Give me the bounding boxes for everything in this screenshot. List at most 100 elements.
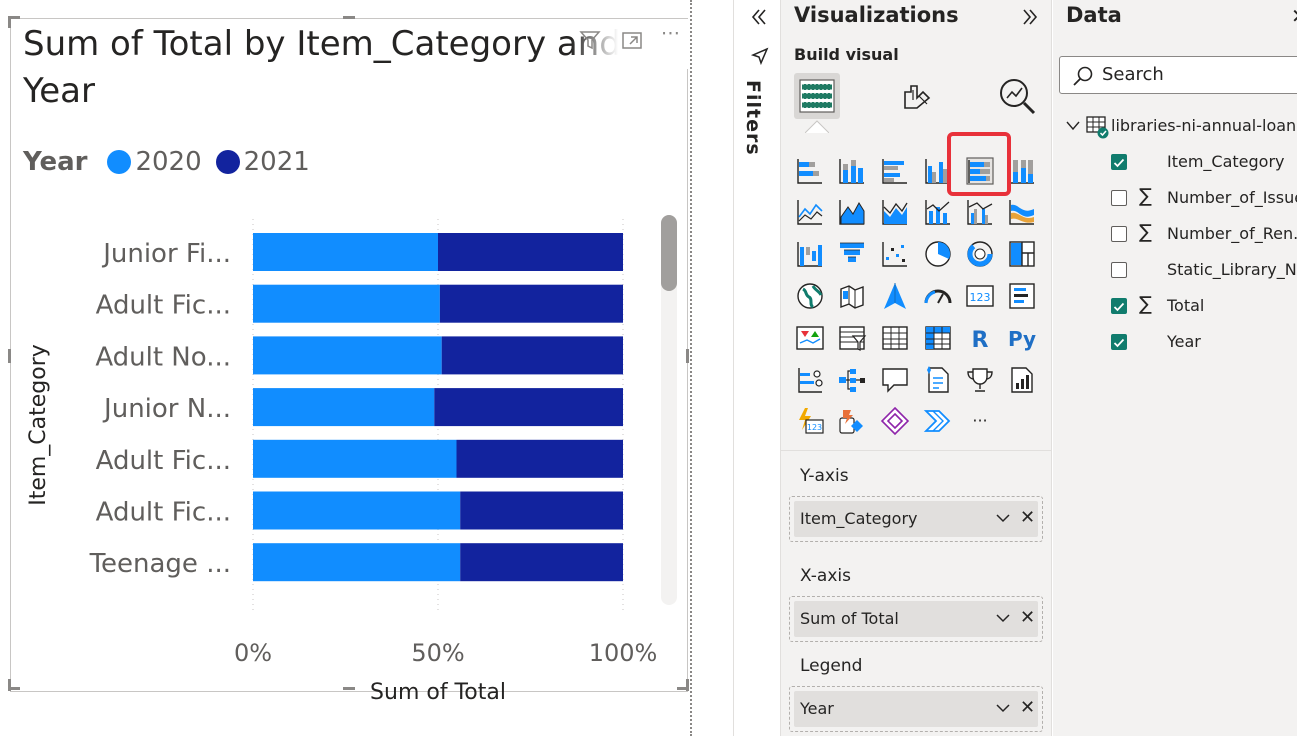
bar-segment-2020[interactable] <box>253 543 461 582</box>
more-options-icon[interactable]: ⋯ <box>661 23 680 43</box>
checkbox-unchecked[interactable] <box>1111 190 1127 206</box>
python-visual-icon[interactable]: Py <box>1006 322 1038 354</box>
bar-chart-visual[interactable]: Sum of Total by Item_Category and Year ⋯… <box>8 16 689 705</box>
filters-pane-collapsed[interactable]: Filters <box>733 0 781 736</box>
bar-segment-2021[interactable] <box>460 491 623 530</box>
qa-visual-icon[interactable] <box>879 364 911 396</box>
chevron-down-icon[interactable] <box>1065 119 1081 133</box>
pie-chart-icon[interactable] <box>922 238 954 270</box>
power-apps-icon[interactable]: 123 <box>794 405 826 437</box>
line-and-stacked-column-chart-icon[interactable] <box>922 196 954 228</box>
tab-format-visual[interactable] <box>894 73 940 119</box>
multi-row-card-icon[interactable] <box>1006 280 1038 312</box>
bar-segment-2020[interactable] <box>253 284 440 323</box>
azure-map-icon[interactable] <box>879 280 911 312</box>
matrix-icon[interactable] <box>922 322 954 354</box>
field-pill-sum-of-total[interactable]: Sum of Total ✕ <box>794 601 1038 637</box>
r-script-visual-icon[interactable]: R <box>964 322 996 354</box>
tab-analytics[interactable] <box>994 73 1040 119</box>
chevron-down-icon[interactable] <box>994 509 1012 527</box>
filters-label[interactable]: Filters <box>742 80 764 156</box>
filter-icon[interactable] <box>579 29 601 55</box>
resize-handle[interactable] <box>8 16 11 28</box>
checkbox-checked[interactable] <box>1111 298 1127 314</box>
expand-right-icon[interactable] <box>1019 6 1041 28</box>
gauge-icon[interactable] <box>922 280 954 312</box>
power-automate-icon[interactable] <box>836 405 868 437</box>
bar-segment-2021[interactable] <box>441 336 623 375</box>
chart-scrollbar[interactable] <box>661 215 677 605</box>
remove-field-icon[interactable]: ✕ <box>1020 507 1035 528</box>
scatter-chart-icon[interactable] <box>879 238 911 270</box>
well-legend[interactable]: Year ✕ <box>789 686 1043 732</box>
tab-build-visual[interactable] <box>794 73 840 119</box>
treemap-icon[interactable] <box>1006 238 1038 270</box>
legend-item-2020[interactable]: 2020 <box>107 147 202 177</box>
checkbox-unchecked[interactable] <box>1111 226 1127 242</box>
field-pill-year[interactable]: Year ✕ <box>794 691 1038 727</box>
remove-field-icon[interactable]: ✕ <box>1020 607 1035 628</box>
remove-field-icon[interactable]: ✕ <box>1020 697 1035 718</box>
table-node[interactable]: libraries-ni-annual-loans <box>1065 112 1297 140</box>
collapse-left-icon[interactable] <box>748 6 770 28</box>
bar-segment-2020[interactable] <box>253 491 461 530</box>
clustered-bar-chart-icon[interactable] <box>879 155 911 187</box>
checkbox-checked[interactable] <box>1111 334 1127 350</box>
bar-segment-2021[interactable] <box>456 439 624 478</box>
checkbox-checked[interactable] <box>1111 154 1127 170</box>
bar-segment-2021[interactable] <box>434 388 623 427</box>
area-chart-icon[interactable] <box>836 196 868 228</box>
checkbox-unchecked[interactable] <box>1111 262 1127 278</box>
field-pill-item-category[interactable]: Item_Category ✕ <box>794 501 1038 537</box>
close-icon[interactable]: ✕ <box>1291 4 1297 28</box>
waterfall-chart-icon[interactable] <box>794 238 826 270</box>
bar-segment-2020[interactable] <box>253 233 438 271</box>
chevron-down-icon[interactable] <box>994 609 1012 627</box>
map-icon[interactable] <box>794 280 826 312</box>
bar-segment-2020[interactable] <box>253 388 435 427</box>
scrollbar-thumb[interactable] <box>661 215 677 291</box>
decomposition-tree-icon[interactable] <box>836 364 868 396</box>
field-row[interactable]: Static_Library_Name <box>1053 256 1297 284</box>
line-and-clustered-column-chart-icon[interactable] <box>964 196 996 228</box>
arrow-visual-icon[interactable] <box>922 405 954 437</box>
bar-segment-2021[interactable] <box>439 284 623 323</box>
donut-chart-icon[interactable] <box>964 238 996 270</box>
stacked-column-chart-icon[interactable] <box>836 155 868 187</box>
metrics-trophy-icon[interactable] <box>964 364 996 396</box>
table-visual-icon[interactable] <box>879 322 911 354</box>
bar-segment-2021[interactable] <box>438 233 623 271</box>
field-row[interactable]: ∑ Number_of_Ren... <box>1053 220 1297 248</box>
slicer-icon[interactable] <box>836 322 868 354</box>
diamond-visual-icon[interactable] <box>879 405 911 437</box>
focus-mode-icon[interactable] <box>621 29 643 55</box>
paginated-report-icon[interactable] <box>1006 364 1038 396</box>
resize-handle[interactable] <box>686 679 689 691</box>
stacked-bar-chart-icon[interactable] <box>794 155 826 187</box>
bar-segment-2020[interactable] <box>253 336 442 375</box>
line-chart-icon[interactable] <box>794 196 826 228</box>
field-row[interactable]: Year <box>1053 328 1297 356</box>
well-y-axis[interactable]: Item_Category ✕ <box>789 496 1043 542</box>
key-influencers-icon[interactable] <box>794 364 826 396</box>
well-x-axis[interactable]: Sum of Total ✕ <box>789 596 1043 642</box>
chevron-down-icon[interactable] <box>994 699 1012 717</box>
bar-segment-2021[interactable] <box>460 543 623 582</box>
more-visuals-icon[interactable]: ··· <box>964 405 996 437</box>
card-icon[interactable]: 123 <box>964 280 996 312</box>
visualizations-pane: Visualizations Build visual 123 R Py 123 ···… <box>781 0 1052 736</box>
filled-map-icon[interactable] <box>836 280 868 312</box>
funnel-chart-icon[interactable] <box>836 238 868 270</box>
stacked-area-chart-icon[interactable] <box>879 196 911 228</box>
smart-narrative-icon[interactable] <box>922 364 954 396</box>
field-row[interactable]: ∑ Total <box>1053 292 1297 320</box>
resize-handle[interactable] <box>343 16 355 19</box>
resize-handle[interactable] <box>686 349 689 363</box>
bar-segment-2020[interactable] <box>253 439 457 478</box>
search-input[interactable]: Search <box>1059 56 1297 94</box>
legend-item-2021[interactable]: 2021 <box>215 147 310 177</box>
field-row[interactable]: ∑ Number_of_Issues <box>1053 184 1297 212</box>
field-row[interactable]: Item_Category <box>1053 148 1297 176</box>
kpi-icon[interactable] <box>794 322 826 354</box>
ribbon-chart-icon[interactable] <box>1006 196 1038 228</box>
